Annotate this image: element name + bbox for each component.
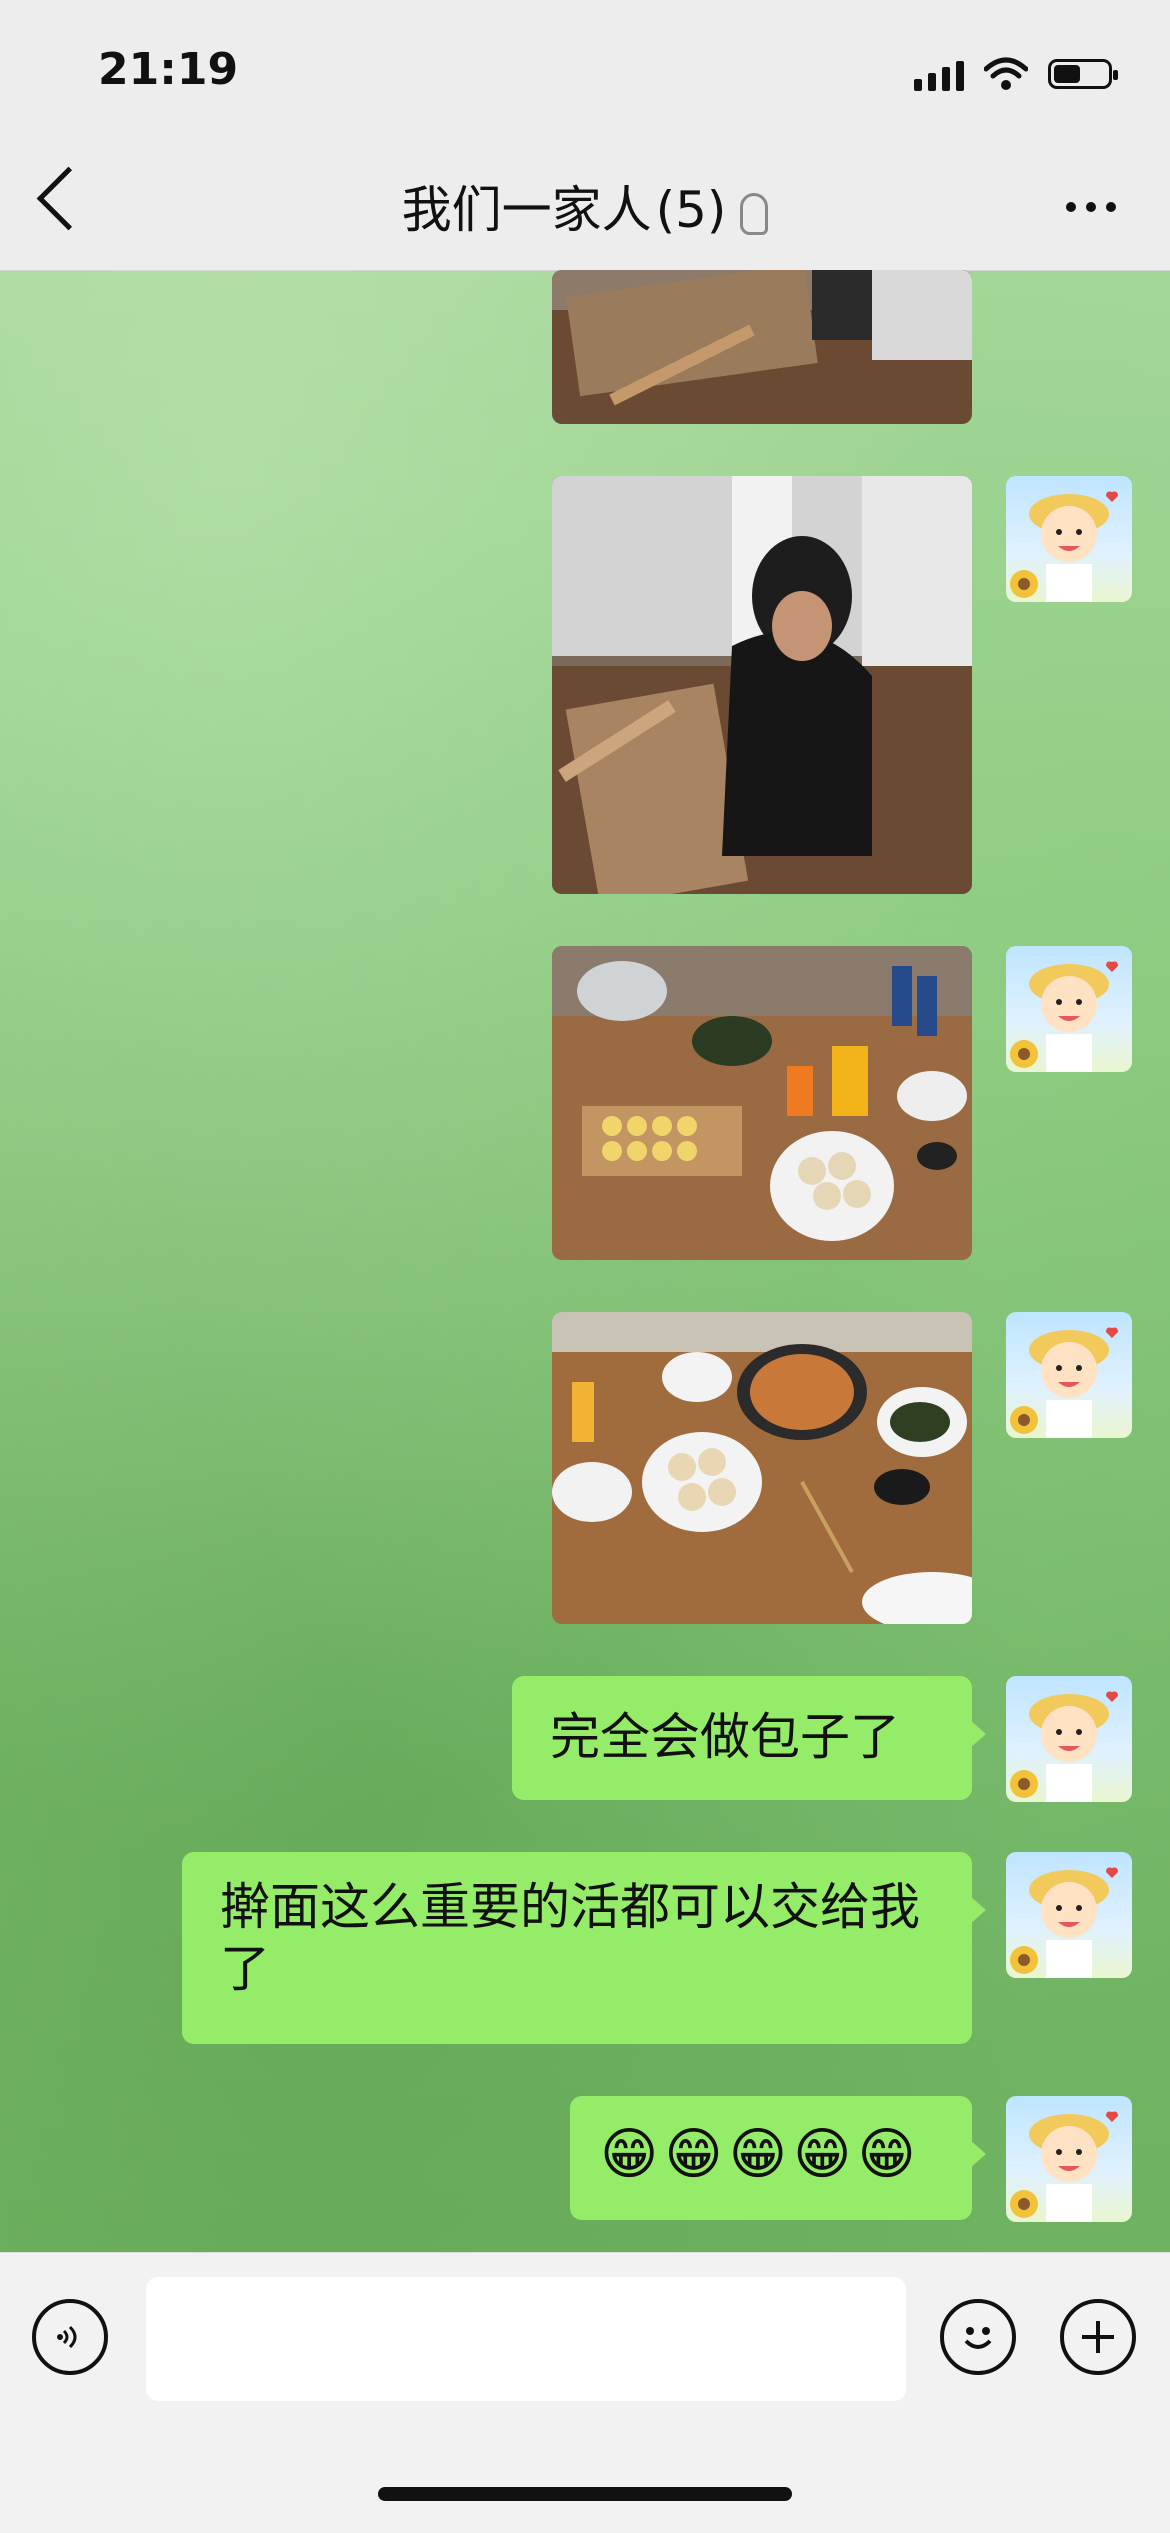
- emoji-text: 😁😁😁😁😁: [600, 2122, 922, 2187]
- input-bar: [0, 2252, 1170, 2533]
- message-bubble[interactable]: 擀面这么重要的活都可以交给我了: [182, 1852, 986, 2044]
- chat-title: 我们一家人(5): [0, 170, 1170, 242]
- signal-icon: [914, 57, 964, 91]
- message-bubble[interactable]: 😁😁😁😁😁: [570, 2096, 986, 2220]
- emoji-icon[interactable]: [940, 2299, 1016, 2375]
- ear-icon: [740, 192, 769, 235]
- group-name: 我们一家人: [401, 181, 652, 239]
- wifi-icon: [984, 57, 1028, 90]
- message-input[interactable]: [146, 2277, 906, 2401]
- avatar[interactable]: [1006, 476, 1132, 602]
- status-icons: [914, 54, 1118, 94]
- photo-kneading-dough[interactable]: [552, 270, 972, 424]
- message-text: 完全会做包子了: [550, 1708, 900, 1766]
- status-time: 21:19: [98, 44, 239, 95]
- message-bubble[interactable]: 完全会做包子了: [512, 1676, 986, 1800]
- avatar[interactable]: [1006, 946, 1132, 1072]
- member-count: (5): [655, 181, 727, 239]
- avatar[interactable]: [1006, 2096, 1132, 2222]
- avatar[interactable]: [1006, 1676, 1132, 1802]
- avatar[interactable]: [1006, 1852, 1132, 1978]
- photo-person-kneading[interactable]: [552, 476, 972, 894]
- more-icon[interactable]: [1066, 202, 1116, 212]
- home-indicator: [378, 2487, 792, 2501]
- avatar[interactable]: [1006, 1312, 1132, 1438]
- plus-icon[interactable]: [1060, 2299, 1136, 2375]
- message-text: 擀面这么重要的活都可以交给我了: [220, 1878, 920, 1998]
- battery-icon: [1048, 59, 1118, 89]
- top-bar: 21:19 我们一家人(5): [0, 0, 1170, 271]
- photo-table-food-2[interactable]: [552, 1312, 972, 1624]
- photo-table-food-1[interactable]: [552, 946, 972, 1260]
- voice-icon[interactable]: [32, 2299, 108, 2375]
